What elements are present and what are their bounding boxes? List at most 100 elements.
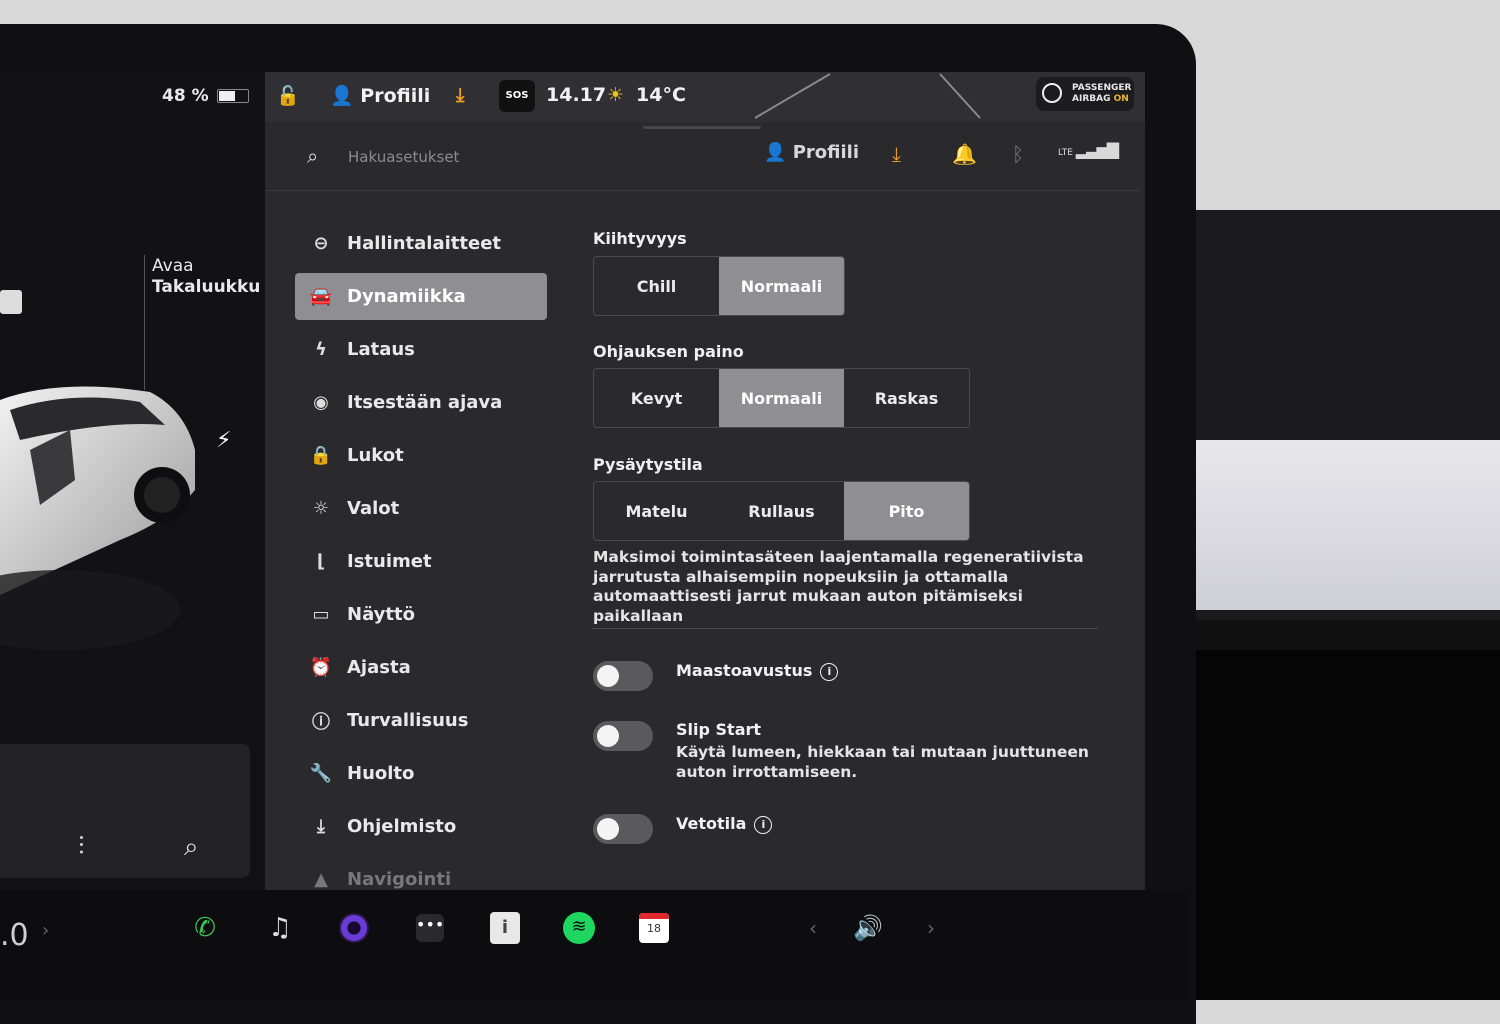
sidebar-item-charging[interactable]: ϟ Lataus xyxy=(295,326,547,373)
more-apps-icon[interactable]: ••• xyxy=(412,910,448,946)
quick-controls-card xyxy=(0,744,250,878)
sidebar-item-label: Näyttö xyxy=(347,604,415,625)
sos-button[interactable]: SOS xyxy=(499,80,535,112)
profile-label: Profiili xyxy=(360,85,431,107)
stopping-option-roll[interactable]: Rullaus xyxy=(719,482,844,540)
steering-option-light[interactable]: Kevyt xyxy=(594,369,719,427)
toggle-icon: ⊖ xyxy=(313,233,329,254)
passenger-airbag-indicator: PASSENGER AIRBAG ON xyxy=(1036,77,1134,111)
airbag-icon xyxy=(1042,83,1062,103)
owners-manual-icon[interactable]: i xyxy=(487,910,523,946)
sidebar-item-label: Dynamiikka xyxy=(347,286,466,307)
steering-title: Ohjauksen paino xyxy=(593,342,744,361)
steering-selector: Kevyt Normaali Raskas xyxy=(593,368,970,428)
airbag-state: ON xyxy=(1113,94,1129,104)
safety-icon: ⓘ xyxy=(312,711,330,733)
download-icon[interactable]: ⤓ xyxy=(456,84,464,106)
trunk-label-line2: Takaluukku xyxy=(152,277,261,297)
sidebar-item-label: Turvallisuus xyxy=(347,710,469,731)
sidebar-item-autopilot[interactable]: ◉ Itsestään ajava xyxy=(295,379,547,426)
volume-up-chevron-icon[interactable]: › xyxy=(913,910,949,946)
sidebar-item-locks[interactable]: 🔒 Lukot xyxy=(295,432,547,479)
slip-start-toggle[interactable] xyxy=(593,721,653,751)
toggle-knob xyxy=(597,665,619,687)
sidebar-item-lights[interactable]: ☼ Valot xyxy=(295,485,547,532)
calendar-icon[interactable]: 18 xyxy=(636,910,672,946)
sidebar-item-safety[interactable]: ⓘ Turvallisuus xyxy=(295,697,547,744)
info-icon[interactable]: i xyxy=(820,662,839,681)
sidebar-item-software[interactable]: ⤓ Ohjelmisto xyxy=(295,803,547,850)
music-icon[interactable]: ♫ xyxy=(262,910,298,946)
bluetooth-icon[interactable]: ᛒ xyxy=(1012,142,1024,166)
driver-profile[interactable]: 👤 Profiili xyxy=(330,84,430,107)
stopping-mode-selector: Matelu Rullaus Pito xyxy=(593,481,970,541)
settings-search-input[interactable] xyxy=(346,144,710,170)
volume-icon[interactable]: 🔊 xyxy=(850,910,886,946)
toggle-knob xyxy=(597,725,619,747)
sidebar-item-service[interactable]: 🔧 Huolto xyxy=(295,750,547,797)
search-icon: ⌕ xyxy=(307,144,319,168)
airbag-line2: AIRBAG xyxy=(1072,94,1111,104)
sidebar-item-label: Hallintalaitteet xyxy=(347,233,502,254)
sidebar-item-label: Ajasta xyxy=(347,657,411,678)
tow-mode-label: Vetotila xyxy=(676,814,747,833)
sidebar-item-display[interactable]: ▭ Näyttö xyxy=(295,591,547,638)
download-icon[interactable]: ⤓ xyxy=(892,142,901,166)
sidebar-item-dynamics[interactable]: 🚘 Dynamiikka xyxy=(295,273,547,320)
sidebar-item-label: Itsestään ajava xyxy=(347,392,503,413)
dashboard-glare xyxy=(1190,440,1500,610)
dashboard-bottom xyxy=(1190,650,1500,1000)
steering-option-normal[interactable]: Normaali xyxy=(719,369,844,427)
acceleration-option-normal[interactable]: Normaali xyxy=(719,257,844,315)
wrench-icon: 🔧 xyxy=(309,763,333,784)
topbar-profile-label: Profiili xyxy=(792,142,859,163)
sun-icon: ☀ xyxy=(607,84,625,106)
stopping-option-creep[interactable]: Matelu xyxy=(594,482,719,540)
sidebar-item-schedule[interactable]: ⏰ Ajasta xyxy=(295,644,547,691)
trunk-label-line1: Avaa xyxy=(152,256,194,276)
lock-icon: 🔒 xyxy=(309,445,333,466)
sidebar-item-label: Ohjelmisto xyxy=(347,816,457,837)
volume-down-chevron-icon[interactable]: ‹ xyxy=(795,910,831,946)
battery-icon xyxy=(216,89,249,103)
frunk-lock-icon[interactable] xyxy=(0,290,22,314)
offroad-assist-label: Maastoavustus xyxy=(676,661,813,680)
sidebar-item-label: Valot xyxy=(347,498,400,519)
dashboard-background xyxy=(1190,210,1500,660)
sidebar-item-label: Lukot xyxy=(347,445,404,466)
download-icon: ⤓ xyxy=(317,816,325,837)
sidebar-item-label: Istuimet xyxy=(347,551,432,572)
profile-person-icon: 👤 xyxy=(764,142,787,163)
lte-label: LTE xyxy=(1058,148,1073,158)
stopping-option-hold[interactable]: Pito xyxy=(844,482,969,540)
offroad-assist-toggle[interactable] xyxy=(593,661,653,691)
navigation-icon: ▲ xyxy=(314,869,328,890)
temperature-readout: .0 xyxy=(0,918,29,953)
phone-icon[interactable]: ✆ xyxy=(187,910,223,946)
panel-drag-handle[interactable] xyxy=(643,126,761,129)
spotify-icon[interactable]: ≋ xyxy=(561,910,597,946)
bell-icon[interactable]: 🔔 xyxy=(952,142,977,166)
lock-status-icon[interactable]: 🔓 xyxy=(276,84,300,107)
search-icon[interactable]: ⌕ xyxy=(184,832,199,863)
calendar-day: 18 xyxy=(647,922,661,935)
profile-person-icon: 👤 xyxy=(330,85,354,107)
info-icon[interactable]: i xyxy=(754,815,773,834)
airbag-line1: PASSENGER xyxy=(1072,83,1132,93)
clock: 14.17 xyxy=(546,84,607,106)
sidebar-item-label: Navigointi xyxy=(347,869,452,890)
topbar-profile[interactable]: 👤 Profiili xyxy=(764,142,859,163)
acceleration-option-chill[interactable]: Chill xyxy=(594,257,719,315)
stopping-title: Pysäytystila xyxy=(593,455,703,474)
steering-option-heavy[interactable]: Raskas xyxy=(844,369,969,427)
camera-icon[interactable] xyxy=(336,910,372,946)
sidebar-item-controls[interactable]: ⊖ Hallintalaitteet xyxy=(295,220,547,267)
slip-start-label: Slip Start xyxy=(676,720,762,739)
sidebar-item-seats[interactable]: ⌊ Istuimet xyxy=(295,538,547,585)
chevron-right-icon[interactable]: › xyxy=(42,920,49,941)
open-trunk-button[interactable]: Avaa Takaluukku xyxy=(152,256,260,298)
trunk-pointer-line xyxy=(144,255,145,390)
bolt-icon: ϟ xyxy=(315,339,327,360)
tow-mode-toggle[interactable] xyxy=(593,814,653,844)
equalizer-icon[interactable]: ⫶ xyxy=(78,832,85,863)
